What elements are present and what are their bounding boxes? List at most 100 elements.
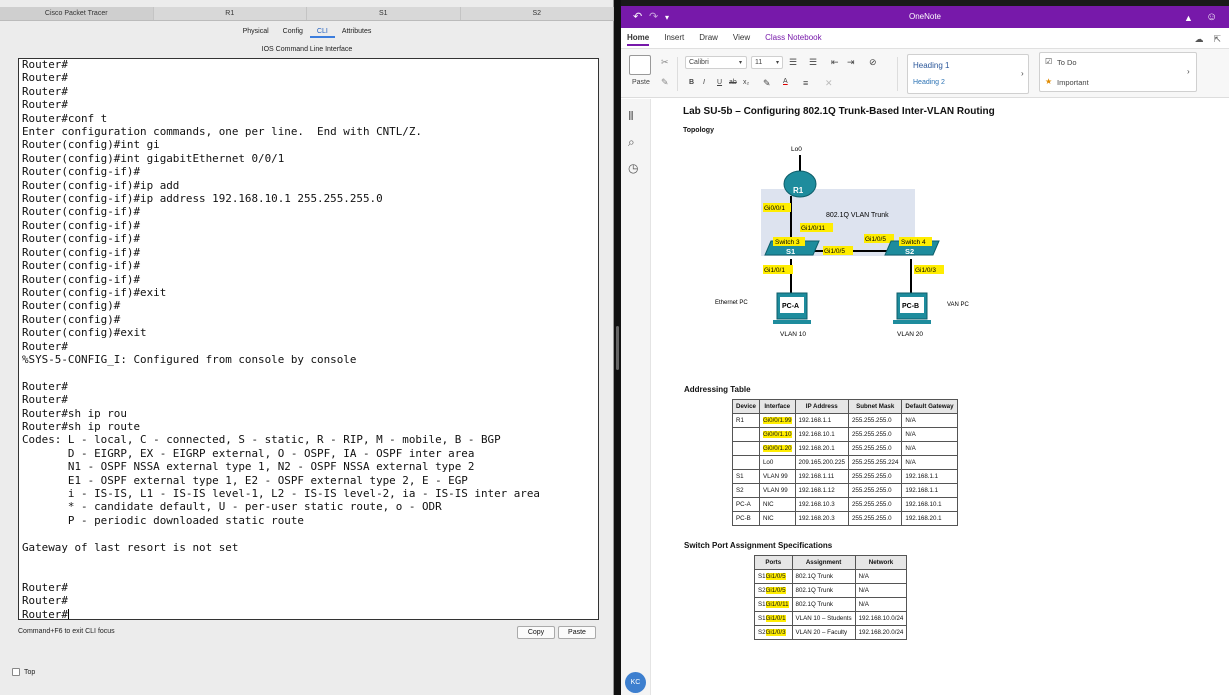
cli-terminal[interactable]: Router# Router# Router# Router# Router#c… [18,58,599,620]
table-cell: VLAN 99 [758,469,796,484]
split-view-divider[interactable] [614,0,621,695]
cell-text: 192.168.20.3 [798,515,835,522]
cli-line: Router(config-if)#exit [22,285,167,299]
format-painter-icon[interactable]: ✎ [661,77,669,88]
tab-s1[interactable]: S1 [307,7,461,20]
tags-more-chevron-icon[interactable]: › [1187,67,1190,76]
tab-class-notebook[interactable]: Class Notebook [765,33,821,46]
bullets-icon[interactable]: ☰ [789,57,797,68]
indent-icon[interactable]: ⇥ [847,57,855,68]
cell-text: 209.165.200.225 [798,459,845,466]
table-cell: N/A [854,583,908,598]
todo-tag[interactable]: To Do [1057,58,1077,67]
outdent-icon[interactable]: ⇤ [831,57,839,68]
vlan10-label: VLAN 10 [780,331,806,338]
table-cell: S1Gi1/0/1 [754,611,793,626]
todo-checkbox-icon: ☑ [1045,57,1053,66]
bold-icon[interactable]: B [689,79,694,86]
strikethrough-icon[interactable]: ab [729,79,737,86]
packet-tracer-window: Cisco Packet Tracer R1 S1 S2 Physical Co… [0,0,614,695]
tab-packet-tracer[interactable]: Cisco Packet Tracer [0,7,154,20]
column-header: Network [854,555,908,570]
switch3-label: Switch 3 [775,239,800,246]
cli-line: Router(config-if)# [22,218,141,232]
cell-text: R1 [736,417,744,424]
expand-ribbon-icon[interactable]: ⇱ [1213,34,1221,45]
subtab-config[interactable]: Config [276,27,310,38]
paste-clipboard-icon[interactable] [629,55,651,75]
table-row: S2Gi1/0/5 802.1Q Trunk N/A [754,583,908,598]
cell-text: 802.1Q Trunk [795,573,834,580]
share-icon[interactable]: ☁ [1194,34,1203,45]
cell-text: NIC [762,501,774,508]
cell-text: 192.168.1.1 [905,487,939,494]
tab-view[interactable]: View [733,33,750,46]
notebooks-icon[interactable]: Ⅱ [628,109,634,123]
vlan20-label: VLAN 20 [897,331,923,338]
tab-draw[interactable]: Draw [699,33,718,46]
font-color-icon[interactable]: A [783,78,788,85]
s2-pc-port-label: Gi1/0/3 [915,267,936,274]
cell-text: 802.1Q Trunk [795,587,834,594]
subtab-physical[interactable]: Physical [236,27,276,38]
align-icon[interactable]: ≡ [803,78,808,88]
notifications-icon[interactable]: ▲ [1184,11,1193,25]
cli-line: Enter configuration commands, one per li… [22,125,422,139]
copy-button[interactable]: Copy [517,626,555,639]
table-cell: 192.168.10.1 [794,427,849,442]
tab-r1[interactable]: R1 [154,7,307,20]
subtab-cli[interactable]: CLI [309,27,335,38]
table-cell: 802.1Q Trunk [791,569,856,584]
table-row: R1 Gi0/0/1.99 192.168.1.1 255.255.255.0 N/A [732,413,958,428]
ribbon-tabs: Home Insert Draw View Class Notebook [627,33,822,46]
highlighter-icon[interactable]: ✎ [763,78,771,89]
cell-text: 192.168.1.1 [905,473,939,480]
subscript-icon[interactable]: x₂ [743,79,749,86]
underline-icon[interactable]: U [717,79,722,86]
divider-grip[interactable] [616,326,619,370]
delete-icon[interactable]: ✕ [825,78,833,89]
search-icon[interactable]: ⌕ [628,135,635,150]
font-size-chevron-icon: ▾ [776,60,780,66]
important-tag[interactable]: Important [1057,78,1089,87]
cli-line: Router(config-if)#ip address 192.168.10.… [22,192,383,206]
table-cell: PC-B [732,511,760,526]
tab-home[interactable]: Home [627,33,650,46]
top-checkbox[interactable] [12,668,20,676]
cli-line: Router(config-if)# [22,165,141,179]
numbering-icon[interactable]: ☰ [809,57,817,68]
paste-label[interactable]: Paste [632,79,650,86]
cell-text: 192.168.10.0/24 [858,615,904,622]
page-canvas[interactable]: Lab SU-5b – Configuring 802.1Q Trunk-Bas… [651,99,1229,695]
tab-insert[interactable]: Insert [664,33,684,46]
subtab-attributes[interactable]: Attributes [335,27,379,38]
column-header: IP Address [794,399,849,414]
cell-text: N/A [858,601,869,608]
italic-icon[interactable]: I [703,79,705,86]
styles-gallery[interactable] [907,54,1029,94]
tab-s2[interactable]: S2 [461,7,614,20]
styles-more-chevron-icon[interactable]: › [1021,69,1024,78]
recent-clock-icon[interactable]: ◷ [628,161,638,175]
cli-output[interactable]: Router# Router# Router# Router# Router#c… [22,59,540,619]
cell-text: S2 [758,587,766,594]
cell-text: N/A [858,587,869,594]
column-header: Interface [758,399,796,414]
cut-icon[interactable]: ✂ [661,57,669,68]
navigation-sidebar: Ⅱ ⌕ ◷ KC [621,99,651,695]
table-cell: S1Gi1/0/11 [754,597,793,612]
table-cell: S2Gi1/0/3 [754,625,793,640]
table-cell: Gi0/0/1.99 [758,413,796,428]
paste-button[interactable]: Paste [558,626,596,639]
cli-line: * - candidate default, U - per-user stat… [22,500,442,514]
avatar[interactable]: KC [625,672,646,693]
heading-2-style[interactable]: Heading 2 [913,79,945,86]
cell-text: 192.168.10.3 [798,501,835,508]
cli-line: N1 - OSPF NSSA external type 1, N2 - OSP… [22,460,475,474]
top-checkbox-row[interactable]: Top [12,668,35,676]
pt-subtabs: Physical Config CLI Attributes [0,27,614,38]
clear-format-icon[interactable]: ⊘ [869,57,877,68]
smiley-feedback-icon[interactable]: ☺ [1206,10,1217,24]
heading-1-style[interactable]: Heading 1 [913,61,949,70]
table-cell: NIC [758,511,796,526]
